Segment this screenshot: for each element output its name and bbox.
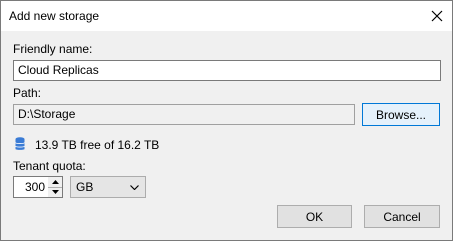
close-button[interactable]: [422, 1, 452, 31]
ok-button[interactable]: OK: [277, 205, 352, 228]
database-icon: [15, 137, 25, 150]
cancel-button[interactable]: Cancel: [364, 205, 440, 228]
capacity-text: 13.9 TB free of 16.2 TB: [35, 138, 160, 152]
tenant-quota-label: Tenant quota:: [13, 159, 86, 173]
path-label: Path:: [13, 86, 42, 100]
browse-button[interactable]: Browse...: [362, 103, 440, 126]
friendly-name-field[interactable]: Cloud Replicas: [13, 60, 441, 81]
add-storage-dialog: Add new storage Friendly name: Cloud Rep…: [0, 0, 453, 241]
arrow-up-icon: [51, 180, 59, 184]
friendly-name-label: Friendly name:: [13, 42, 93, 56]
quota-unit-value: GB: [76, 180, 94, 194]
title-bar: Add new storage: [1, 1, 452, 31]
quota-unit-select[interactable]: GB: [70, 176, 146, 198]
quota-stepper[interactable]: 300: [13, 176, 49, 198]
close-icon: [431, 10, 443, 22]
chevron-down-icon: [130, 185, 139, 190]
arrow-down-icon: [51, 190, 59, 194]
path-field[interactable]: D:\Storage: [13, 104, 355, 125]
dialog-title: Add new storage: [9, 9, 100, 23]
quota-stepper-arrows: [48, 176, 63, 198]
stepper-down-button[interactable]: [48, 187, 62, 197]
